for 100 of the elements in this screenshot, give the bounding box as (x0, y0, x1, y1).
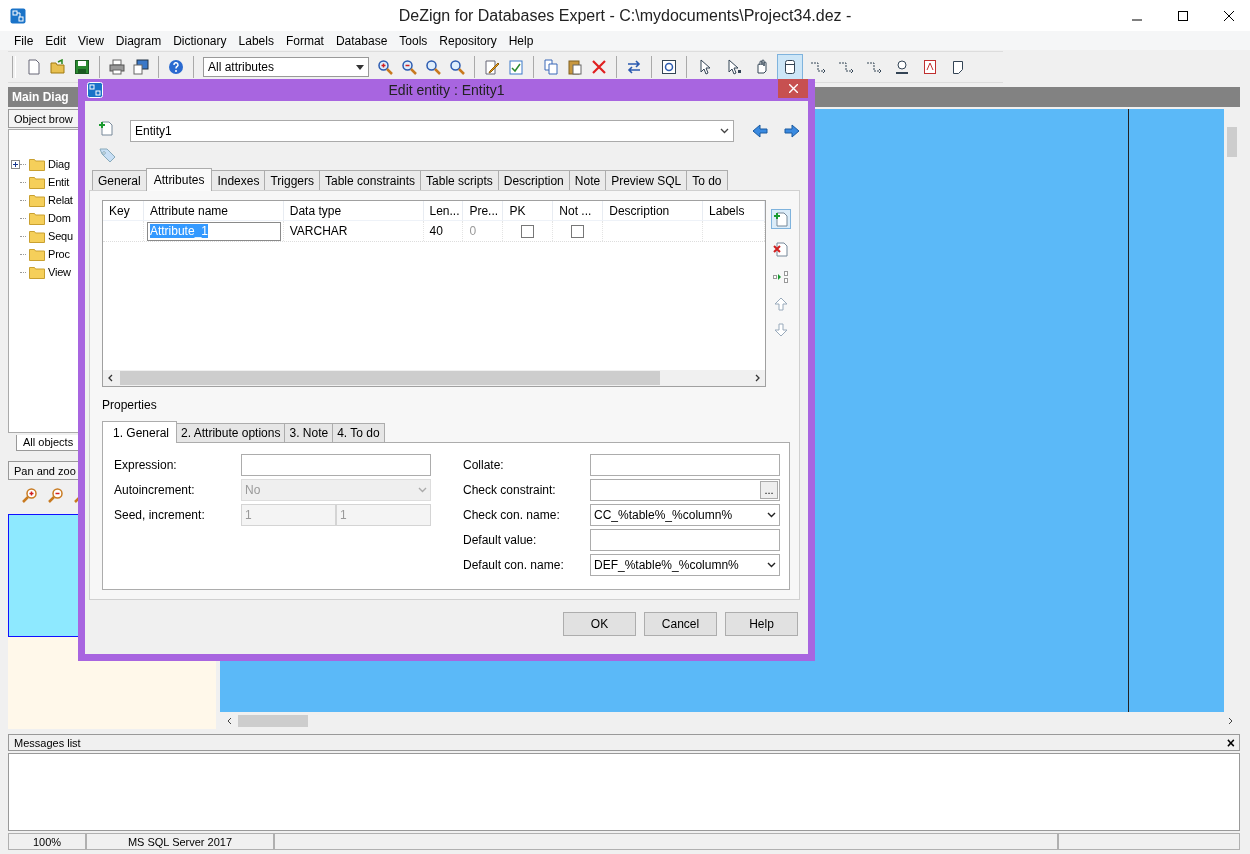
menu-item[interactable]: File (8, 33, 40, 48)
preview-icon[interactable] (661, 59, 677, 75)
status-field: 100% (8, 833, 86, 850)
tab[interactable]: Table scripts (420, 170, 499, 190)
field-label: Collate: (463, 458, 505, 472)
zoom-out-icon[interactable] (48, 487, 64, 503)
document-icon[interactable] (26, 59, 42, 75)
tree-item[interactable]: Proc (48, 248, 70, 260)
delete-icon[interactable] (591, 59, 607, 75)
tree-item[interactable]: View (48, 266, 71, 278)
checkbox[interactable] (521, 224, 535, 238)
input-field[interactable] (241, 454, 431, 476)
scroll-thumb[interactable] (120, 371, 660, 385)
swap-icon[interactable] (626, 59, 642, 75)
folder-icon[interactable] (50, 59, 66, 75)
scroll-thumb[interactable] (238, 714, 308, 727)
tree-item[interactable]: Diag (48, 158, 70, 170)
tab[interactable]: 1. General (102, 421, 178, 443)
tab[interactable]: Attributes (145, 168, 213, 191)
paste-icon[interactable] (567, 59, 583, 75)
checkbox[interactable] (571, 224, 585, 238)
tab[interactable]: Triggers (264, 170, 320, 190)
select-field[interactable]: CC_%table%_%column% (590, 504, 780, 526)
tab[interactable]: 4. To do (332, 423, 385, 442)
menu-item[interactable]: Format (279, 33, 330, 48)
column-header[interactable]: Labels (703, 201, 765, 220)
input-field[interactable] (590, 529, 780, 551)
select-field[interactable]: DEF_%table%_%column% (590, 554, 780, 576)
edit-icon[interactable] (484, 59, 500, 75)
delete-document-icon[interactable] (773, 241, 789, 257)
tab[interactable]: 3. Note (284, 423, 334, 442)
close-button[interactable]: × (1226, 735, 1235, 750)
horizontal-scrollbar[interactable] (103, 370, 765, 386)
tree-item[interactable]: Entit (48, 176, 69, 188)
column-header[interactable]: Attribute name (143, 201, 284, 220)
move-icon[interactable] (773, 269, 789, 285)
tree-item[interactable]: Relat (48, 194, 73, 206)
magnifier-icon[interactable] (449, 59, 465, 75)
menu-item[interactable]: Dictionary (167, 33, 233, 48)
menu-item[interactable]: Edit (39, 33, 73, 48)
menu-item[interactable]: View (72, 33, 110, 48)
zoom-in-icon[interactable] (377, 59, 393, 75)
view-select[interactable]: All attributes (203, 57, 369, 77)
menu-item[interactable]: Diagram (109, 33, 168, 48)
ok-button[interactable]: OK (563, 612, 636, 636)
maximize-icon[interactable] (1178, 10, 1188, 21)
browse-button[interactable]: ... (760, 481, 778, 499)
column-header[interactable]: Key (103, 201, 144, 220)
tab[interactable]: 2. Attribute options (176, 423, 286, 442)
tool-button[interactable] (777, 54, 803, 80)
help-icon[interactable] (168, 59, 184, 75)
tab[interactable]: General (92, 170, 147, 190)
monitor-icon[interactable] (133, 59, 149, 75)
column-header[interactable]: Len... (423, 201, 464, 220)
help-button[interactable]: Help (725, 612, 798, 636)
right-arrow-icon[interactable] (784, 124, 800, 138)
table-cell: 0 (469, 224, 477, 238)
table-cell: VARCHAR (289, 224, 348, 238)
menu-item[interactable]: Labels (232, 33, 280, 48)
left-arrow-icon[interactable] (752, 124, 768, 138)
expand-icon[interactable] (11, 159, 20, 169)
cancel-button[interactable]: Cancel (644, 612, 717, 636)
connector-icon (866, 59, 882, 75)
menu-item[interactable]: Database (329, 33, 394, 48)
tree-item[interactable]: Dom (48, 212, 71, 224)
menu-item[interactable]: Help (502, 33, 540, 48)
tab[interactable]: To do (686, 170, 728, 190)
scroll-thumb[interactable] (1227, 127, 1237, 157)
column-header[interactable]: PK (503, 201, 554, 220)
menu-item[interactable]: Repository (433, 33, 503, 48)
column-header[interactable]: Description (603, 201, 704, 220)
panel-title: Object brow (14, 112, 73, 125)
tab[interactable]: Indexes (211, 170, 266, 190)
close-icon[interactable] (1224, 10, 1234, 21)
menu-item[interactable]: Tools (393, 33, 434, 48)
tab[interactable]: All objects (16, 435, 81, 451)
tab[interactable]: Description (497, 170, 570, 190)
tab[interactable]: Table constraints (319, 170, 422, 190)
tree-item[interactable]: Sequ (48, 230, 73, 242)
tab[interactable]: Note (568, 170, 607, 190)
input-field[interactable] (590, 454, 780, 476)
tab[interactable]: Preview SQL (605, 170, 688, 190)
column-header[interactable]: Data type (283, 201, 424, 220)
input-field[interactable]: ... (590, 479, 780, 501)
column-header[interactable]: Pre... (463, 201, 504, 220)
printer-icon[interactable] (109, 59, 125, 75)
column-header[interactable]: Not ... (553, 201, 604, 220)
save-icon[interactable] (74, 59, 90, 75)
entity-select[interactable]: Entity1 (130, 120, 734, 142)
field-label: Expression: (114, 458, 178, 472)
zoom-in-icon[interactable] (22, 487, 38, 503)
zoom-out-icon[interactable] (401, 59, 417, 75)
close-button[interactable] (778, 79, 808, 98)
caret-icon (767, 512, 776, 518)
panel-title: Main Diag (12, 90, 69, 104)
pointer-icon (726, 59, 742, 75)
copy-icon[interactable] (543, 59, 559, 75)
magnifier-icon[interactable] (425, 59, 441, 75)
add-row-button[interactable] (771, 209, 791, 229)
checklist-icon[interactable] (508, 59, 524, 75)
